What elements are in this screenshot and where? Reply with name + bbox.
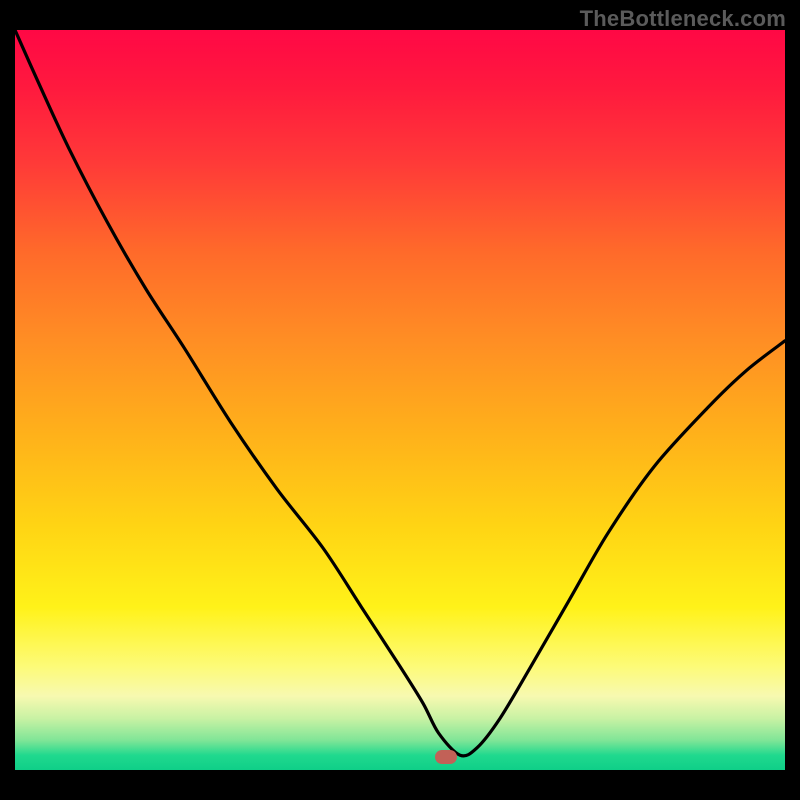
- optimal-point-marker: [435, 750, 457, 764]
- bottleneck-curve-path: [15, 30, 785, 756]
- chart-frame: TheBottleneck.com: [0, 0, 800, 800]
- bottleneck-curve-svg: [15, 30, 785, 770]
- watermark-text: TheBottleneck.com: [580, 6, 786, 32]
